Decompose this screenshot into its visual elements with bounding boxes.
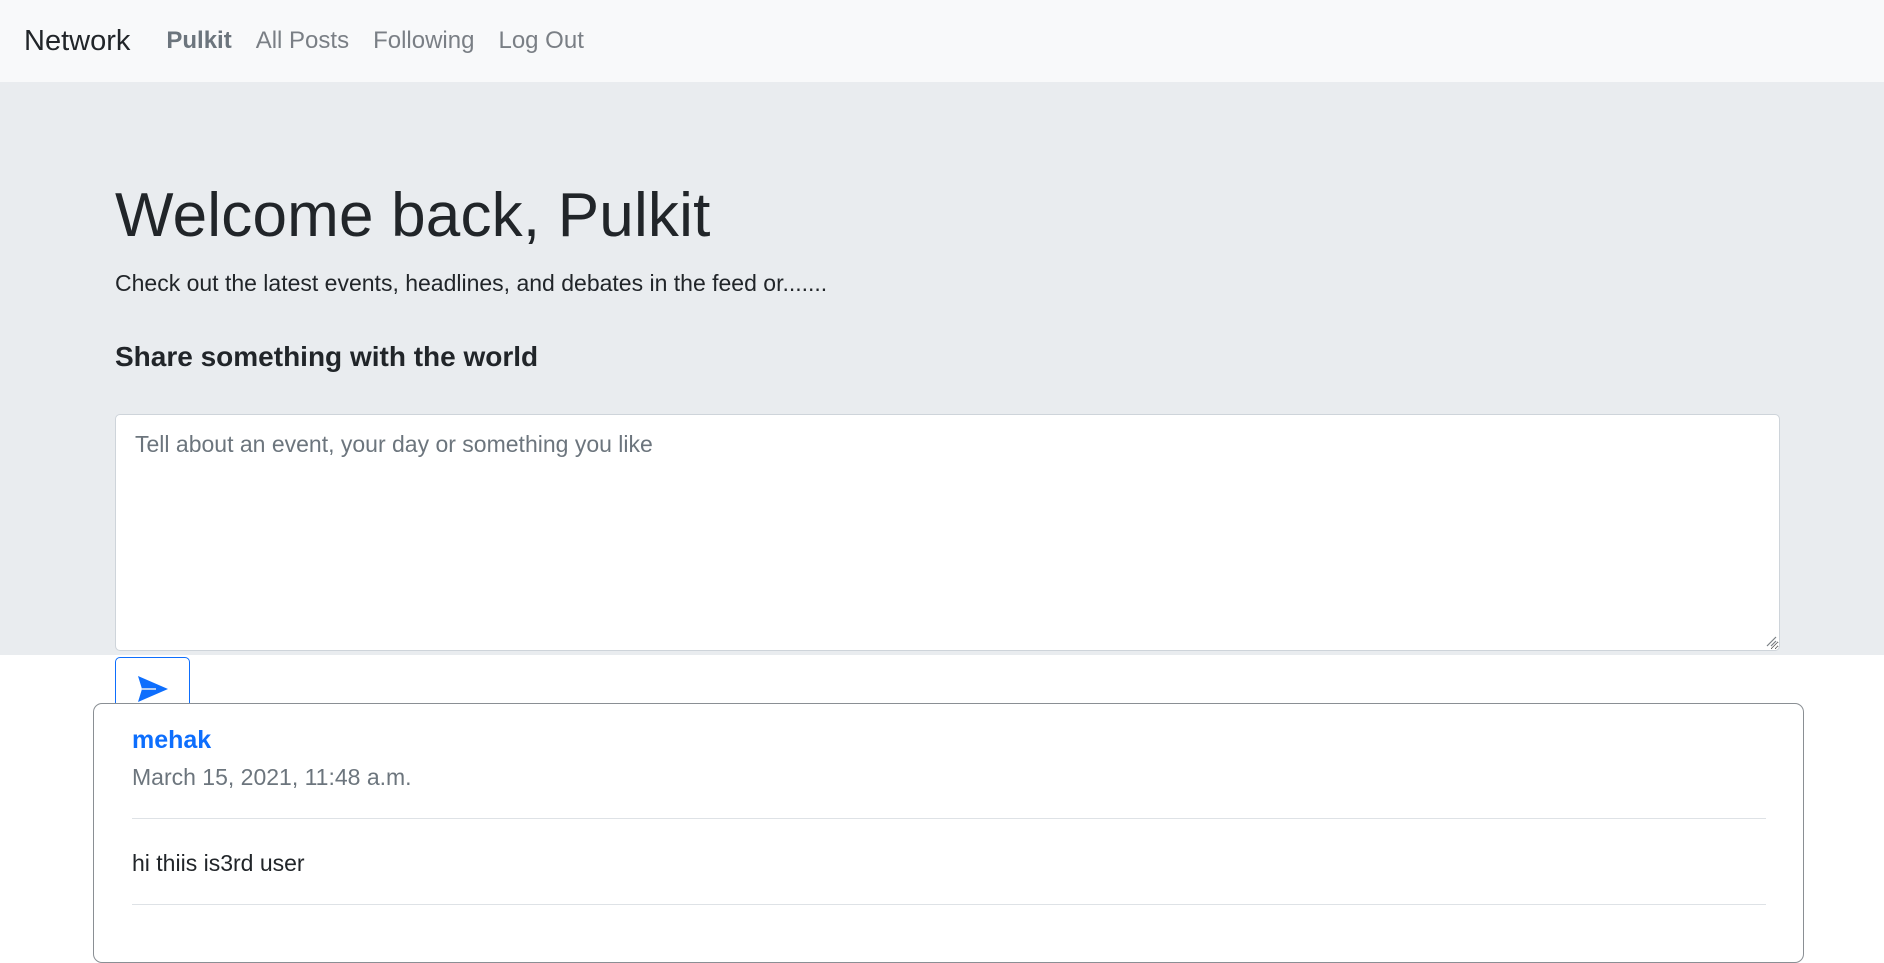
- nav-link-all-posts[interactable]: All Posts: [256, 27, 349, 55]
- post-divider: [132, 818, 1766, 819]
- nav-link-profile[interactable]: Pulkit: [166, 27, 231, 55]
- new-post-textarea[interactable]: [115, 414, 1780, 651]
- share-heading: Share something with the world: [115, 341, 539, 372]
- post-card: mehak March 15, 2021, 11:48 a.m. hi thii…: [93, 703, 1804, 963]
- page-title: Welcome back, Pulkit: [115, 181, 711, 250]
- welcome-jumbotron: Welcome back, Pulkit Check out the lates…: [0, 82, 1884, 721]
- welcome-lead: Check out the latest events, headlines, …: [115, 270, 828, 296]
- post-content: hi thiis is3rd user: [132, 850, 305, 876]
- post-timestamp: March 15, 2021, 11:48 a.m.: [132, 764, 412, 790]
- post-author-link[interactable]: mehak: [132, 726, 211, 755]
- nav-link-logout[interactable]: Log Out: [498, 27, 583, 55]
- post-divider: [132, 904, 1766, 905]
- brand-link[interactable]: Network: [24, 25, 130, 58]
- nav-link-following[interactable]: Following: [373, 27, 474, 55]
- navbar: Network Pulkit All Posts Following Log O…: [0, 0, 1884, 82]
- send-icon: [137, 676, 168, 702]
